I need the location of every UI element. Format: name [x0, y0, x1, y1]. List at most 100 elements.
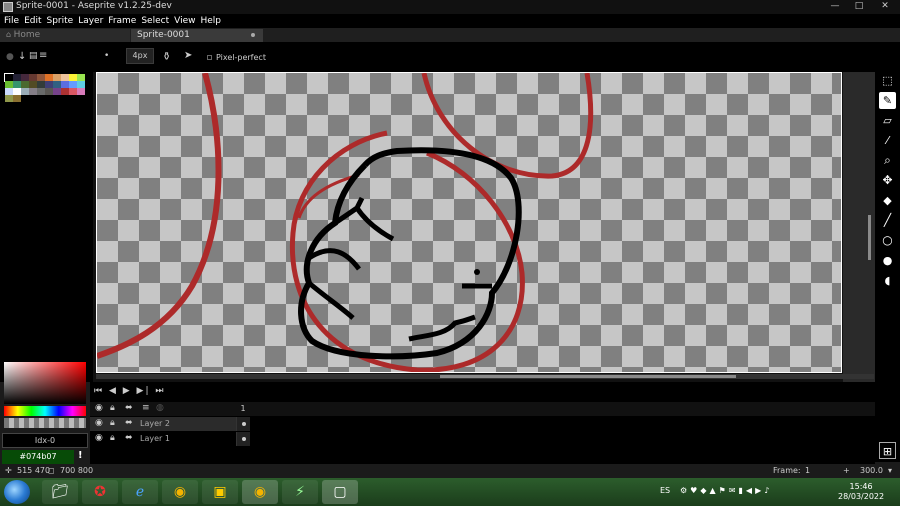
preview-toggle-icon[interactable]: ⊞: [879, 442, 896, 459]
palette-swatch[interactable]: [77, 74, 85, 81]
palette-swatch[interactable]: [21, 88, 29, 95]
menu-edit[interactable]: Edit: [20, 14, 41, 28]
palette-swatch[interactable]: [77, 88, 85, 95]
close-button[interactable]: ✕: [876, 1, 894, 12]
menu-view[interactable]: View: [170, 14, 195, 28]
palette-swatch[interactable]: [13, 88, 21, 95]
explorer-icon[interactable]: 📁︎: [42, 480, 78, 504]
eraser-tool-icon[interactable]: ▱: [879, 112, 896, 129]
blur-tool-icon[interactable]: ◖: [879, 272, 896, 289]
palette-swatch[interactable]: [37, 74, 45, 81]
cel-layer-2[interactable]: [236, 417, 250, 431]
menu-layer[interactable]: Layer: [74, 14, 103, 28]
palette-swatch[interactable]: [53, 88, 61, 95]
app-icon[interactable]: ▣: [202, 480, 238, 504]
menu-file[interactable]: File: [0, 14, 19, 28]
vertical-scrollbar[interactable]: [868, 215, 871, 260]
palette-swatch[interactable]: [29, 74, 37, 81]
palette-swatch[interactable]: [61, 88, 69, 95]
alpha-slider[interactable]: [4, 418, 86, 428]
palette-swatch[interactable]: [29, 88, 37, 95]
tab-home[interactable]: ⌂ Home: [0, 29, 130, 42]
warning-icon[interactable]: !: [78, 450, 83, 461]
chrome-icon[interactable]: ◉: [162, 480, 198, 504]
eyedropper-tool-icon[interactable]: ⁄: [879, 132, 896, 149]
sprite-canvas[interactable]: [96, 72, 842, 373]
palette-swatch[interactable]: [5, 95, 13, 102]
selection-mode-icon[interactable]: ●: [6, 52, 14, 62]
zoom-tool-icon[interactable]: ⌕: [879, 152, 896, 169]
zoom-dropdown-icon[interactable]: ▾: [888, 466, 892, 475]
page-icon[interactable]: ▤: [29, 51, 38, 61]
app-icon-2[interactable]: ▢: [322, 480, 358, 504]
menu-frame[interactable]: Frame: [104, 14, 136, 28]
palette-swatch[interactable]: [61, 74, 69, 81]
color-spectrum[interactable]: [4, 362, 86, 404]
continuous-header-icon[interactable]: ⬌: [125, 403, 133, 413]
frame-number[interactable]: 1: [236, 402, 250, 416]
ink-icon[interactable]: ⚱: [162, 50, 171, 63]
onion-skin-icon[interactable]: ◍: [156, 403, 164, 413]
palette-swatch[interactable]: [29, 81, 37, 88]
palette-swatch[interactable]: [13, 95, 21, 102]
hex-color-field[interactable]: #074b07: [2, 450, 74, 464]
layer-row-layer-2[interactable]: ◉ 🔒︎ ⬌ Layer 2: [90, 417, 250, 431]
contour-tool-icon[interactable]: ●: [879, 252, 896, 269]
palette-swatch[interactable]: [77, 81, 85, 88]
game-icon[interactable]: ✪: [82, 480, 118, 504]
lock-icon[interactable]: 🔒︎: [110, 433, 115, 443]
playback-controls[interactable]: ⏮ ◀ ▶ ▶| ⏭: [94, 386, 165, 396]
pencil-tool-icon[interactable]: ✎: [879, 92, 896, 109]
palette-swatch[interactable]: [5, 88, 13, 95]
palette-swatch[interactable]: [69, 81, 77, 88]
menu-sprite[interactable]: Sprite: [43, 14, 74, 28]
menu-lines-icon[interactable]: ≡: [39, 50, 47, 61]
palette-swatch[interactable]: [5, 81, 13, 88]
paint-bucket-tool-icon[interactable]: ◆: [879, 192, 896, 209]
hue-slider[interactable]: [4, 406, 86, 416]
palette-swatch[interactable]: [21, 81, 29, 88]
line-tool-icon[interactable]: ╱: [879, 212, 896, 229]
ellipse-tool-icon[interactable]: ○: [879, 232, 896, 249]
palette-swatch[interactable]: [69, 74, 77, 81]
brush-size-field[interactable]: 4px: [126, 48, 154, 64]
brush-type-icon[interactable]: •: [104, 51, 109, 61]
palette-swatch[interactable]: [21, 74, 29, 81]
minimize-button[interactable]: —: [826, 1, 844, 12]
lock-icon[interactable]: 🔒︎: [110, 418, 115, 428]
palette-swatch[interactable]: [69, 88, 77, 95]
palette-swatch[interactable]: [53, 81, 61, 88]
download-icon[interactable]: ↓: [18, 51, 26, 62]
palette-swatch[interactable]: [53, 74, 61, 81]
move-tool-icon[interactable]: ✥: [879, 172, 896, 189]
chrome-icon-2[interactable]: ◉: [242, 480, 278, 504]
menu-select[interactable]: Select: [137, 14, 169, 28]
layer-row-layer-1[interactable]: ◉ 🔒︎ ⬌ Layer 1: [90, 432, 250, 446]
zoom-plus-icon[interactable]: +: [843, 466, 850, 475]
language-indicator[interactable]: ES: [660, 486, 670, 495]
dynamics-icon[interactable]: ➤: [184, 50, 192, 61]
palette-swatch[interactable]: [45, 74, 53, 81]
frame-field[interactable]: 1: [805, 466, 810, 475]
marquee-tool-icon[interactable]: ⬚: [879, 72, 896, 89]
eye-icon[interactable]: ◉: [95, 433, 103, 443]
continuous-icon[interactable]: ⬌: [125, 433, 133, 443]
palette-swatch[interactable]: [61, 81, 69, 88]
palette-swatch[interactable]: [45, 88, 53, 95]
ie-icon[interactable]: ℯ: [122, 480, 158, 504]
pixel-perfect-checkbox[interactable]: [207, 55, 212, 60]
visibility-header-icon[interactable]: ◉: [95, 403, 103, 413]
eye-icon[interactable]: ◉: [95, 418, 103, 428]
palette-swatch[interactable]: [37, 88, 45, 95]
modified-dot-icon[interactable]: [251, 33, 255, 37]
menu-help[interactable]: Help: [196, 14, 221, 28]
layers-menu-icon[interactable]: ≡: [142, 403, 150, 413]
palette-swatch[interactable]: [13, 74, 21, 81]
maximize-button[interactable]: □: [850, 1, 868, 12]
palette-swatch[interactable]: [4, 73, 14, 82]
continuous-icon[interactable]: ⬌: [125, 418, 133, 428]
palette-swatch[interactable]: [13, 81, 21, 88]
tab-sprite[interactable]: Sprite-0001: [131, 29, 263, 42]
start-button[interactable]: [4, 480, 30, 504]
horizontal-scrollbar[interactable]: [440, 375, 736, 378]
